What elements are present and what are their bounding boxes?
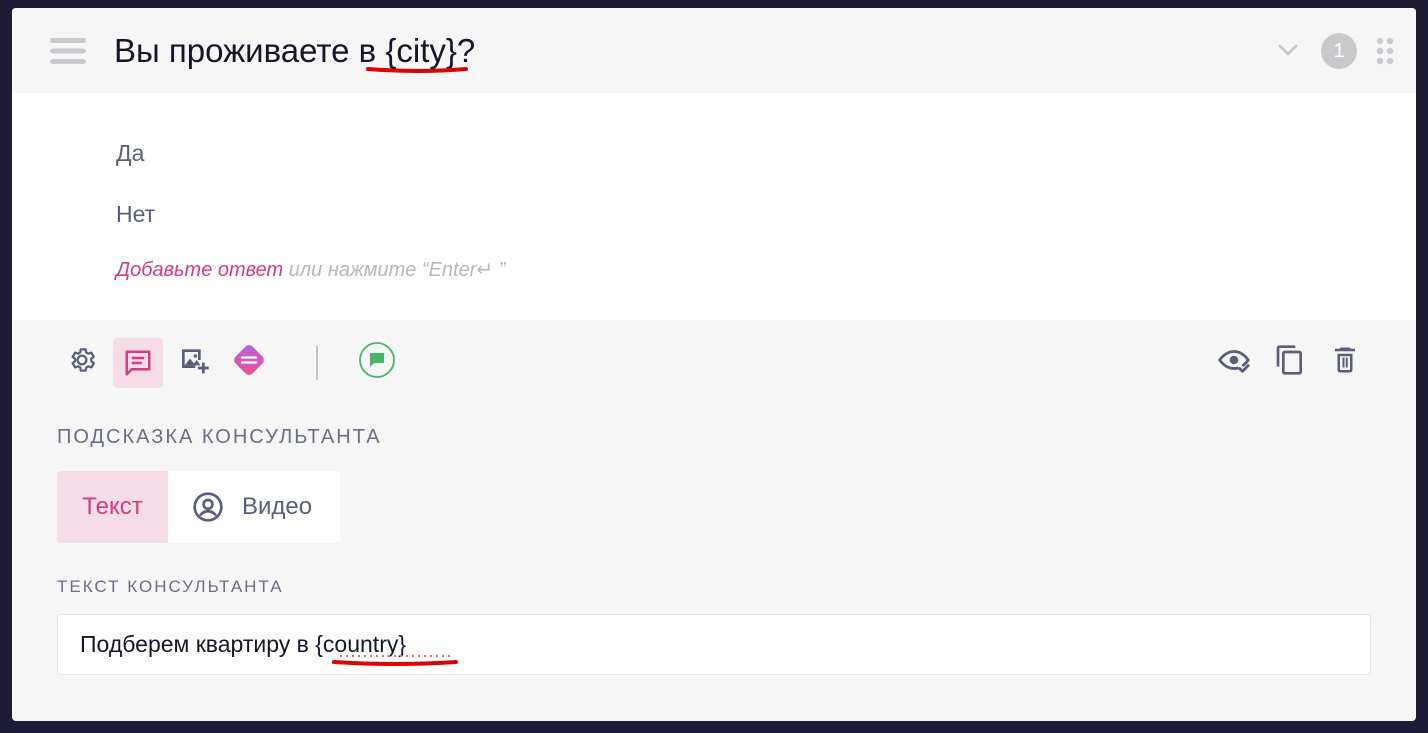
copy-button[interactable]: [1270, 340, 1310, 380]
comment-icon: [125, 350, 151, 376]
gear-icon: [71, 348, 95, 372]
spellcheck-underline: [332, 655, 458, 666]
question-header: Вы проживаете в {city}? 1: [12, 8, 1416, 93]
trash-icon: [1335, 347, 1355, 373]
tab-text[interactable]: Текст: [57, 471, 168, 543]
question-card: Вы проживаете в {city}? 1 Да Нет Добавьт…: [12, 8, 1416, 721]
add-answer-hint: или нажмите “Enter↵ ”: [283, 259, 506, 281]
answer-item[interactable]: Да: [116, 140, 144, 167]
add-answer-row: Добавьте ответ или нажмите “Enter↵ ”: [116, 257, 505, 282]
chat-bubble-icon: [359, 342, 395, 378]
answer-item[interactable]: Нет: [116, 201, 155, 228]
copy-icon: [1276, 345, 1302, 375]
question-number-badge: 1: [1321, 33, 1357, 69]
add-answer-link[interactable]: Добавьте ответ: [116, 259, 283, 281]
preview-button[interactable]: [1214, 340, 1254, 380]
tab-video[interactable]: Видео: [168, 471, 340, 543]
logic-button[interactable]: [229, 340, 269, 380]
hint-section-title: ПОДСКАЗКА КОНСУЛЬТАНТА: [57, 426, 382, 448]
add-image-icon: [182, 349, 209, 374]
consultant-text-input[interactable]: Подберем квартиру в {country}: [57, 614, 1371, 675]
chevron-down-icon[interactable]: [1276, 40, 1300, 60]
eye-check-icon: [1218, 350, 1250, 373]
answers-list: Да Нет Добавьте ответ или нажмите “Enter…: [12, 93, 1416, 320]
user-circle-icon: [193, 492, 223, 522]
tab-video-label: Видео: [242, 493, 313, 520]
list-icon[interactable]: [50, 38, 86, 64]
spellcheck-underline: [366, 67, 468, 73]
drag-handle-icon[interactable]: [1376, 37, 1394, 65]
hint-mode-tabs: Текст Видео: [57, 471, 340, 543]
logic-icon: [234, 345, 264, 375]
toolbar-divider: [316, 346, 318, 380]
consultant-hint-button[interactable]: [113, 338, 163, 388]
settings-button[interactable]: [62, 340, 102, 380]
chat-button[interactable]: [357, 340, 397, 380]
add-image-button[interactable]: [174, 340, 214, 380]
consultant-text-title: ТЕКСТ КОНСУЛЬТАНТА: [57, 577, 284, 596]
delete-button[interactable]: [1325, 340, 1365, 380]
